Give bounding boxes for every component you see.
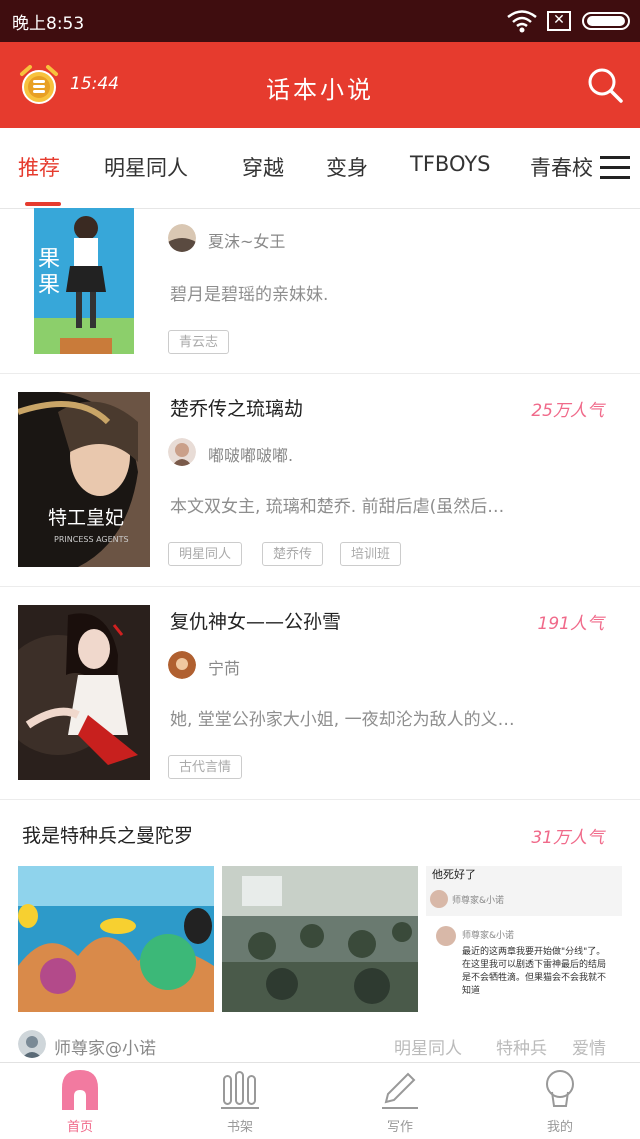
book-description[interactable]: 本文双女主, 琉璃和楚乔. 前甜后虐(虽然后… — [170, 492, 618, 517]
svg-text:特工皇妃: 特工皇妃 — [48, 507, 124, 529]
chat-header: 他死好了 — [432, 868, 476, 881]
book-cover[interactable] — [18, 605, 150, 780]
write-pencil-icon[interactable] — [380, 1070, 420, 1110]
divider — [0, 799, 640, 800]
bookshelf-icon[interactable] — [220, 1070, 260, 1110]
divider — [0, 586, 640, 587]
book-tag[interactable]: 青云志 — [168, 330, 230, 354]
book-cover[interactable]: 果 果 — [34, 208, 134, 354]
search-icon[interactable] — [586, 66, 624, 104]
svg-text:果: 果 — [38, 273, 60, 298]
no-sim-icon: ✕ — [547, 11, 571, 31]
book-image-chat-preview[interactable]: 他死好了 师尊家&小诺 师尊家&小诺 最近的这两章我要开始做"分线"了。在这里我… — [426, 866, 622, 1012]
book-tag[interactable]: 楚乔传 — [262, 542, 324, 566]
chat-user: 师尊家&小诺 — [452, 896, 505, 906]
menu-icon[interactable] — [600, 154, 630, 180]
chat-user: 师尊家&小诺 — [462, 931, 515, 941]
divider — [0, 373, 640, 374]
tab-celebrity-fanfic[interactable]: 明星同人 — [104, 152, 188, 182]
status-time: 晚上8:53 — [12, 14, 85, 34]
chat-avatar — [430, 890, 448, 908]
author-avatar[interactable] — [168, 651, 196, 679]
nav-profile-label[interactable]: 我的 — [520, 1116, 600, 1135]
author-avatar[interactable] — [18, 1030, 46, 1058]
book-description[interactable]: 碧月是碧瑶的亲妹妹. — [170, 280, 618, 305]
author-name[interactable]: 师尊家@小诺 — [54, 1034, 156, 1059]
chat-avatar — [436, 926, 456, 946]
app-title: 话本小说 — [266, 76, 374, 104]
tab-transformation[interactable]: 变身 — [326, 152, 368, 182]
author-avatar[interactable] — [168, 438, 196, 466]
book-title[interactable]: 复仇神女——公孙雪 — [170, 607, 341, 634]
book-tag[interactable]: 培训班 — [340, 542, 402, 566]
book-tag[interactable]: 古代言情 — [168, 755, 243, 779]
book-image-soldiers[interactable] — [222, 866, 418, 1012]
author-avatar[interactable] — [168, 224, 196, 252]
book-tag[interactable]: 爱情 — [572, 1034, 606, 1059]
popularity-count: 31万人气 — [531, 828, 604, 848]
tab-tfboys[interactable]: TFBOYS — [410, 152, 490, 176]
svg-text:果: 果 — [38, 247, 60, 272]
book-tag[interactable]: 明星同人 — [168, 542, 243, 566]
chat-message: 最近的这两章我要开始做"分线"了。在这里我可以剧透下雷神最后的结局是不会牺牲滴。… — [462, 947, 607, 996]
author-name[interactable]: 嘟啵嘟啵嘟. — [208, 442, 293, 466]
author-name[interactable]: 夏沫~女王 — [208, 228, 285, 252]
popularity-count: 191人气 — [537, 614, 604, 634]
nav-write-label[interactable]: 写作 — [360, 1116, 440, 1135]
nav-bookshelf-label[interactable]: 书架 — [200, 1116, 280, 1135]
svg-text:PRINCESS AGENTS: PRINCESS AGENTS — [54, 535, 129, 544]
battery-icon — [582, 12, 630, 30]
wifi-icon — [507, 10, 537, 33]
home-icon[interactable] — [60, 1068, 100, 1110]
active-tab-indicator — [25, 202, 61, 206]
tab-time-travel[interactable]: 穿越 — [242, 152, 284, 182]
status-bar: 晚上8:53 — [0, 0, 640, 42]
author-name[interactable]: 宁苘 — [208, 655, 240, 679]
tab-campus[interactable]: 青春校 — [530, 152, 593, 182]
book-tag[interactable]: 特种兵 — [496, 1034, 547, 1059]
nav-home-label[interactable]: 首页 — [40, 1116, 120, 1135]
popularity-count: 25万人气 — [531, 401, 604, 421]
book-title[interactable]: 我是特种兵之曼陀罗 — [22, 821, 193, 848]
book-image-coral-reef[interactable] — [18, 866, 214, 1012]
profile-icon[interactable] — [540, 1068, 580, 1110]
book-tag[interactable]: 明星同人 — [394, 1034, 462, 1059]
book-title[interactable]: 楚乔传之琉璃劫 — [170, 394, 303, 421]
book-description[interactable]: 她, 堂堂公孙家大小姐, 一夜却沦为敌人的义… — [170, 705, 618, 730]
book-cover[interactable]: 特工皇妃 PRINCESS AGENTS — [18, 392, 150, 567]
tab-recommend[interactable]: 推荐 — [18, 152, 60, 182]
